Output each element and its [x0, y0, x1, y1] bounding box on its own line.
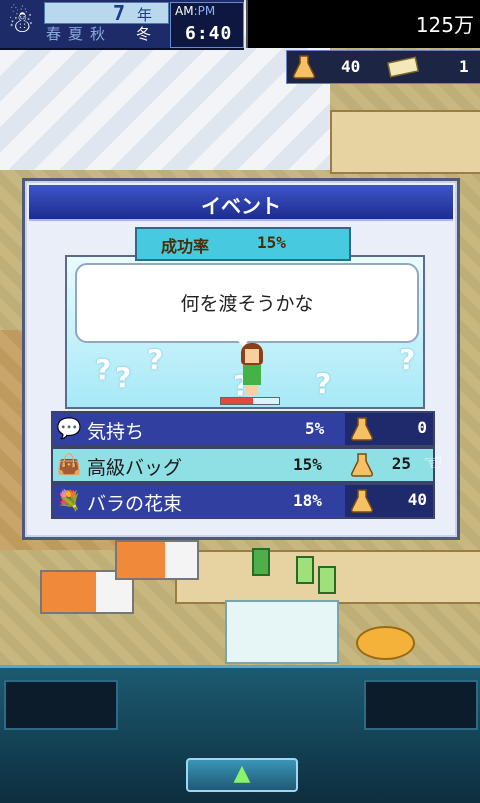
season-autumn: 秋	[90, 25, 106, 43]
season-summer: 夏	[68, 25, 84, 43]
success-rate-value: 15%	[257, 233, 286, 252]
option-luxury-bag[interactable]: 👜 高級バッグ 15% 25	[51, 447, 435, 483]
expand-menu-button[interactable]: ▲	[186, 758, 298, 792]
round-table	[356, 626, 415, 660]
left-menu-slot[interactable]	[4, 680, 118, 730]
affection-meter	[220, 397, 280, 405]
ticket-icon	[387, 56, 419, 78]
resources-panel: 40 1	[286, 50, 480, 84]
question-mark-icon: ?	[147, 343, 164, 376]
am-pm-indicator: AM:PM	[175, 4, 216, 18]
building-wall	[330, 110, 480, 174]
season-row: 春 夏 秋 冬	[44, 24, 167, 44]
option-label: 気持ち	[87, 421, 145, 443]
option-cost: 40	[407, 490, 427, 509]
event-message: 何を渡そうかな	[180, 293, 314, 315]
year-value: 7	[113, 1, 126, 25]
flask-icon	[351, 417, 373, 441]
bed	[115, 540, 199, 580]
plant	[296, 556, 314, 584]
option-rate: 15%	[293, 455, 322, 474]
time-value: 6:40	[185, 23, 233, 44]
rose-bouquet-icon: 💐	[56, 488, 82, 512]
option-cost: 25	[391, 454, 411, 473]
research-points-value: 40	[341, 57, 361, 76]
question-mark-icon: ?	[95, 353, 112, 386]
right-menu-slot[interactable]	[364, 680, 478, 730]
option-label: バラの花束	[87, 493, 183, 515]
flask-icon	[351, 489, 373, 513]
event-stage: 何を渡そうかな ? ? ? ? ? ?	[65, 255, 425, 409]
option-rate: 5%	[305, 419, 325, 438]
pm-label: PM	[197, 4, 216, 18]
year-box: 7 年 平日	[44, 1, 197, 43]
bathroom	[225, 600, 339, 664]
option-rose-bouquet[interactable]: 💐 バラの花束 18% 40	[51, 483, 435, 519]
question-mark-icon: ?	[315, 367, 332, 400]
up-arrow-icon: ▲	[233, 761, 251, 786]
option-label: 高級バッグ	[87, 457, 183, 479]
event-dialog: イベント 何を渡そうかな ? ? ? ? ? ? 成功率 15% 💬 気持ち 5…	[22, 178, 460, 540]
money-panel: 125万	[246, 0, 480, 48]
plant	[252, 548, 270, 576]
calendar-panel: ☃ 7 年 平日 春 夏 秋 冬 AM:PM 6:40	[0, 0, 244, 50]
plant	[318, 566, 336, 594]
flask-icon	[293, 55, 315, 79]
tickets-value: 1	[459, 57, 469, 76]
season-spring: 春	[46, 25, 62, 43]
question-mark-icon: ?	[115, 361, 132, 394]
handbag-icon: 👜	[56, 452, 82, 476]
clock: AM:PM 6:40	[170, 2, 244, 48]
option-cost-box: 0	[345, 413, 433, 445]
flask-icon	[351, 453, 373, 477]
success-rate-box: 成功率 15%	[135, 227, 351, 261]
option-rate: 18%	[293, 491, 322, 510]
option-cost-box: 25	[345, 449, 433, 481]
money-value: 125万	[415, 13, 474, 37]
option-cost-box: 40	[345, 485, 433, 517]
pointing-hand-icon: ☜	[423, 451, 443, 476]
option-cost: 0	[417, 418, 427, 437]
bottom-menu-bar: ▲	[0, 665, 480, 803]
am-label: AM	[175, 4, 194, 18]
option-feelings[interactable]: 💬 気持ち 5% 0	[51, 411, 435, 447]
character-sprite	[237, 343, 267, 395]
speech-bubble: 何を渡そうかな	[75, 263, 419, 343]
snowman-icon: ☃	[7, 5, 35, 40]
success-rate-label: 成功率	[161, 237, 210, 256]
season-winter: 冬	[136, 25, 152, 43]
question-mark-icon: ?	[399, 343, 416, 376]
dialog-title-bar: イベント	[29, 185, 453, 221]
affection-meter-fill	[221, 398, 253, 404]
speech-bubble-icon: 💬	[56, 416, 82, 440]
dialog-title: イベント	[201, 194, 281, 218]
year-unit: 年	[137, 6, 153, 24]
